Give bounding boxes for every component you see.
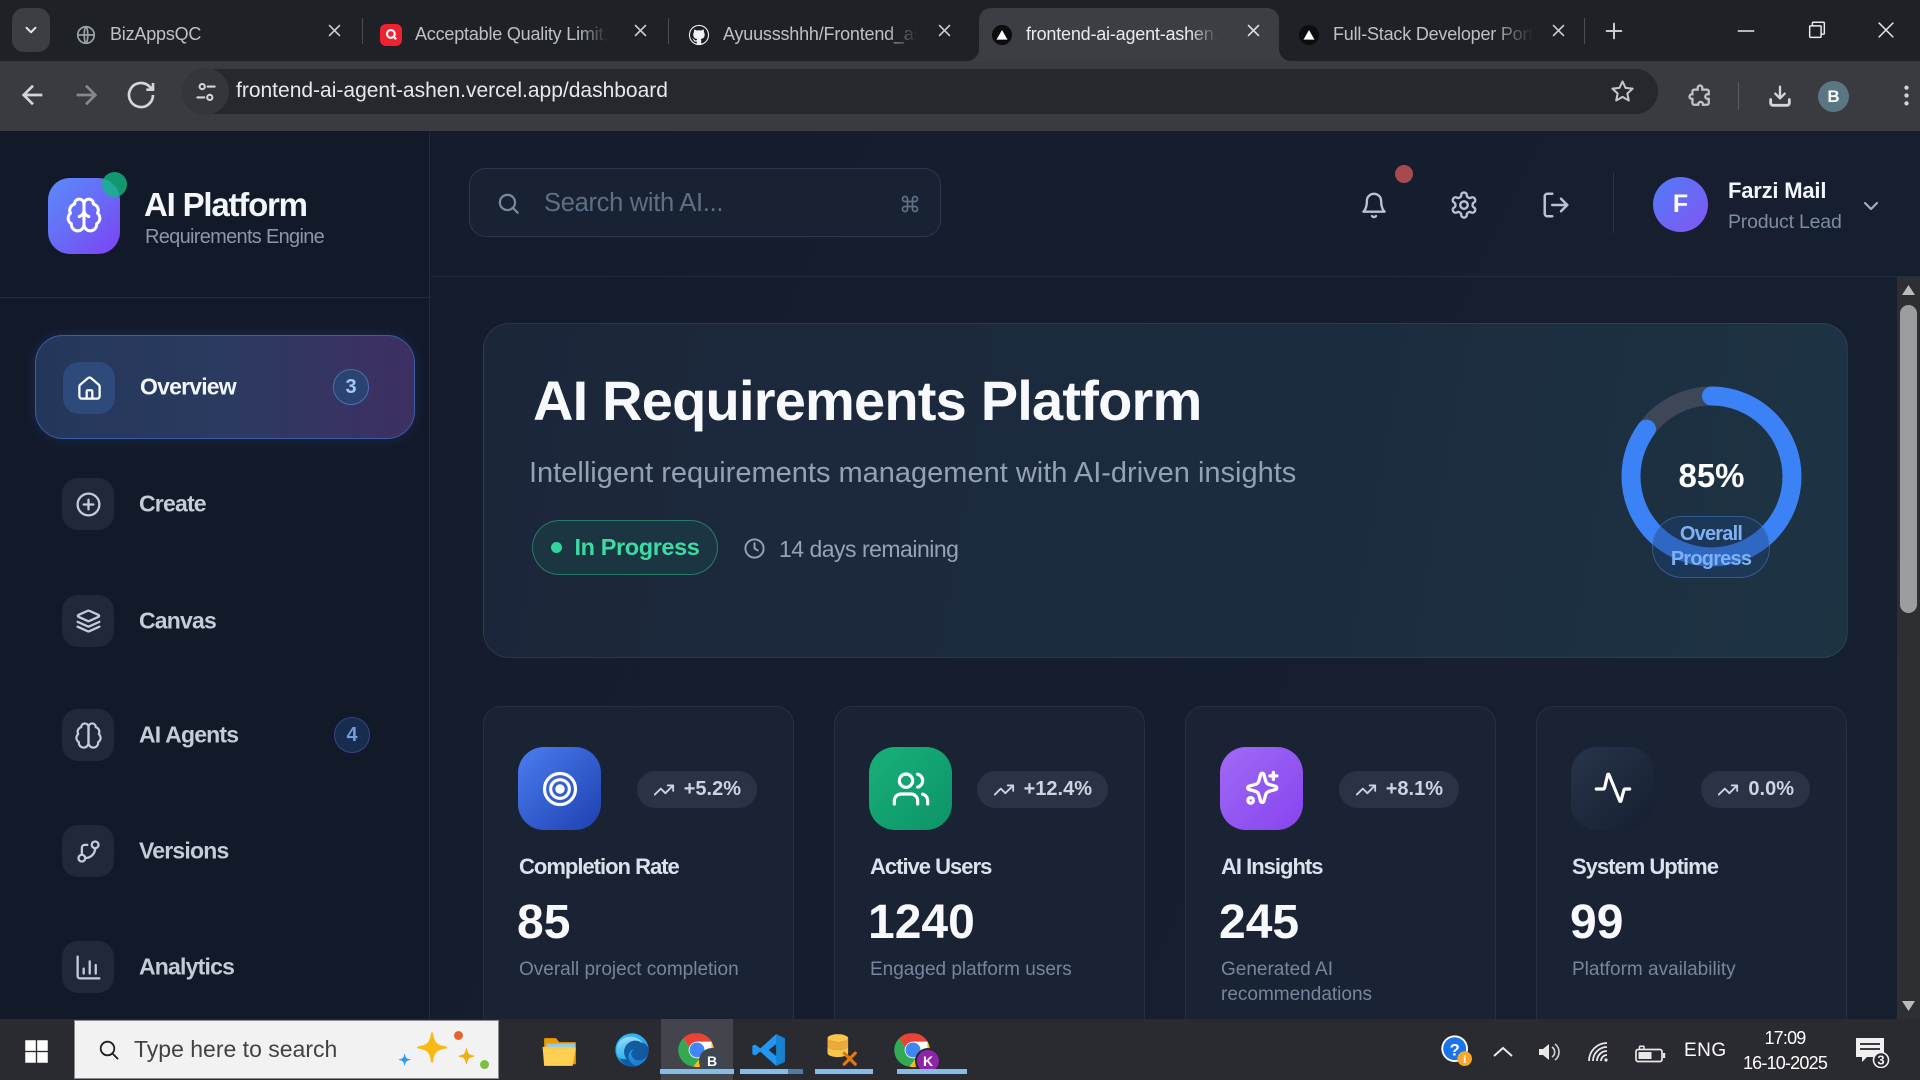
svg-text:3: 3: [1877, 1052, 1884, 1067]
